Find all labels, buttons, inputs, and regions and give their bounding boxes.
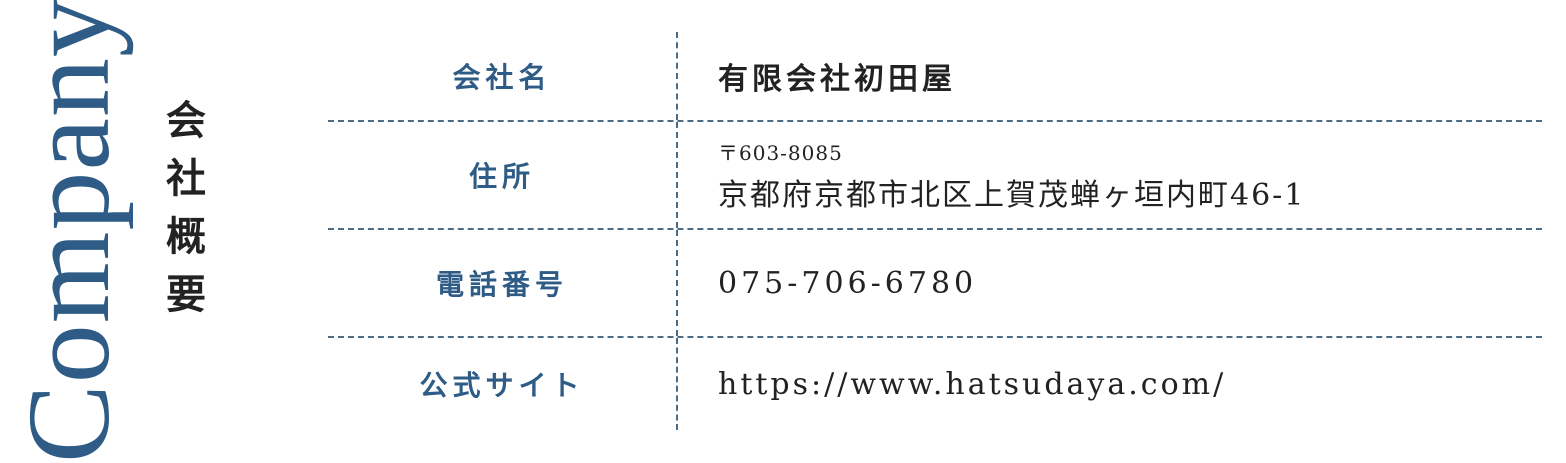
postal-code: 〒603-8085 xyxy=(718,140,843,165)
street-address: 京都府京都市北区上賀茂蝉ヶ垣内町46-1 xyxy=(718,177,1306,213)
website-label: 公式サイト xyxy=(328,338,678,430)
address-value: 〒603-8085 京都府京都市北区上賀茂蝉ヶ垣内町46-1 xyxy=(678,137,1542,214)
table-row-website: 公式サイト https://www.hatsudaya.com/ xyxy=(328,338,1542,430)
heading-char-2: 社 xyxy=(166,155,206,202)
phone-value[interactable]: 075-706-6780 xyxy=(678,266,1542,301)
company-heading-en: Company xyxy=(3,0,134,463)
heading-char-4: 要 xyxy=(166,271,206,318)
company-heading-ja: 会 社 概 要 xyxy=(154,92,218,324)
table-row-phone: 電話番号 075-706-6780 xyxy=(328,230,1542,338)
company-name-label: 会社名 xyxy=(328,32,678,120)
heading-char-1: 会 xyxy=(166,97,206,144)
table-row-company-name: 会社名 有限会社初田屋 xyxy=(328,32,1542,122)
company-heading-text: Company xyxy=(3,0,134,463)
company-name-value: 有限会社初田屋 xyxy=(718,62,956,97)
website-link[interactable]: https://www.hatsudaya.com/ xyxy=(678,367,1542,402)
company-info-table: 会社名 有限会社初田屋 住所 〒603-8085 京都府京都市北区上賀茂蝉ヶ垣内… xyxy=(328,32,1542,430)
phone-label: 電話番号 xyxy=(328,230,678,336)
table-row-address: 住所 〒603-8085 京都府京都市北区上賀茂蝉ヶ垣内町46-1 xyxy=(328,122,1542,230)
heading-char-3: 概 xyxy=(166,213,206,260)
address-label: 住所 xyxy=(328,122,678,228)
